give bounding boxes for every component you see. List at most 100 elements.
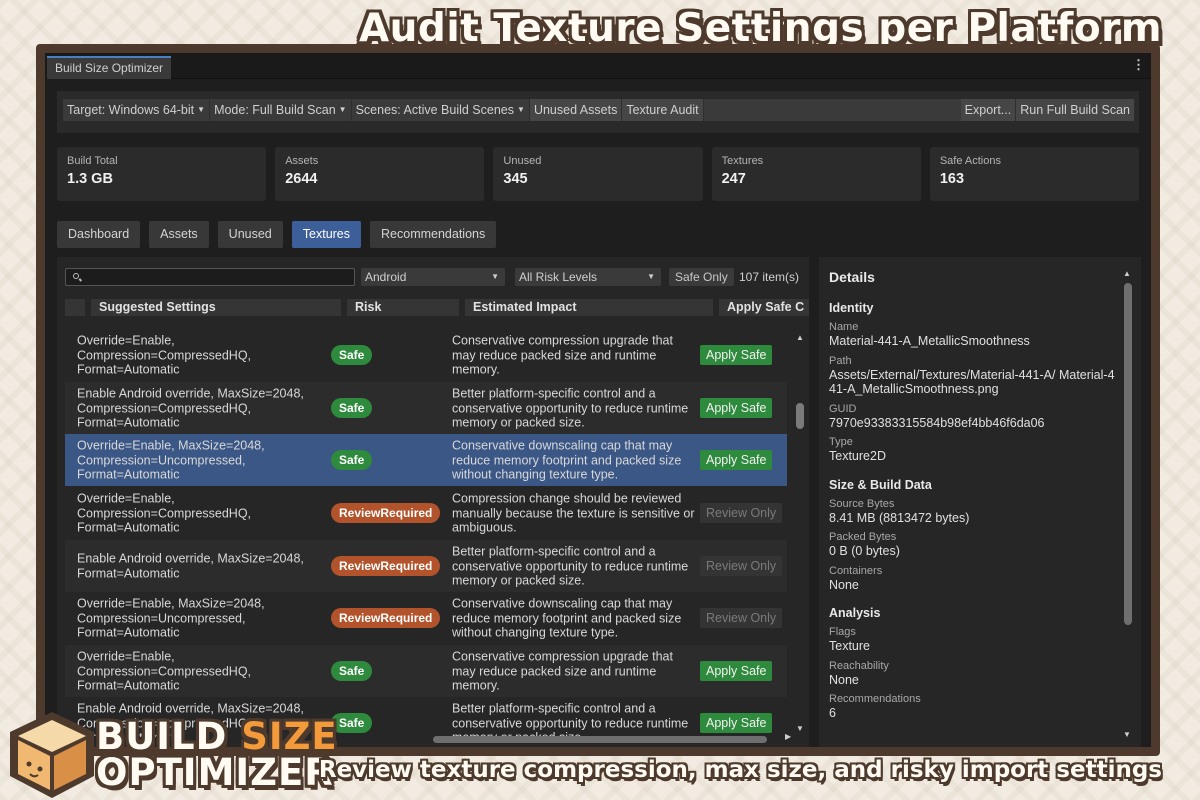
risk-badge: Safe	[331, 450, 373, 470]
table-row[interactable]: Enable Android override, MaxSize=2048, C…	[65, 382, 787, 434]
column-header-suggested-settings[interactable]: Suggested Settings	[91, 299, 341, 316]
details-vertical-scrollbar[interactable]: ▲ ▼	[1123, 269, 1133, 739]
run-full-build-scan-button[interactable]: Run Full Build Scan	[1016, 99, 1135, 121]
unused-assets-button[interactable]: Unused Assets	[529, 99, 623, 121]
tab-dashboard[interactable]: Dashboard	[57, 221, 141, 248]
apply-safe-button[interactable]: Apply Safe	[700, 398, 773, 418]
table-row[interactable]: Enable Android override, MaxSize=2048, F…	[65, 540, 787, 592]
mode-dropdown[interactable]: Mode: Full Build Scan ▼	[210, 99, 352, 121]
path-value: Assets/External/Textures/Material-441-A/…	[829, 367, 1115, 397]
scenes-dropdown[interactable]: Scenes: Active Build Scenes ▼	[352, 99, 530, 121]
caret-down-icon: ▼	[491, 272, 499, 281]
table-row[interactable]: Override=Enable, Compression=CompressedH…	[65, 487, 787, 539]
scroll-down-icon[interactable]: ▼	[796, 724, 804, 733]
guid-label: GUID	[829, 402, 857, 415]
suggested-settings-cell: Enable Android override, MaxSize=2048, C…	[77, 386, 304, 430]
packed-bytes-value: 0 B (0 bytes)	[829, 544, 900, 558]
kebab-icon[interactable]: ⋮	[1132, 57, 1145, 73]
scrollbar-thumb[interactable]	[1124, 283, 1132, 625]
apply-safe-button[interactable]: Apply Safe	[700, 713, 773, 733]
mode-label: Mode: Full Build Scan	[214, 103, 336, 117]
reachability-value: None	[829, 672, 859, 687]
source-bytes-value: 8.41 MB (8813472 bytes)	[829, 510, 970, 525]
column-header-risk[interactable]: Risk	[347, 299, 459, 316]
stat-card-assets: Assets 2644	[275, 147, 485, 201]
stat-label: Safe Actions	[939, 155, 1001, 167]
source-bytes-label: Source Bytes	[829, 497, 895, 510]
identity-header: Identity	[829, 301, 874, 315]
risk-badge: ReviewRequired	[331, 608, 441, 628]
scroll-up-icon[interactable]: ▲	[1123, 269, 1131, 278]
safe-only-toggle[interactable]: Safe Only	[669, 268, 734, 286]
table-row[interactable]: Override=Enable, Compression=CompressedH…	[65, 333, 787, 381]
name-label: Name	[829, 321, 859, 333]
review-only-button[interactable]: Review Only	[700, 556, 783, 576]
caret-down-icon: ▼	[517, 105, 525, 114]
stat-value: 163	[939, 171, 965, 187]
table-row[interactable]: Override=Enable, Compression=CompressedH…	[65, 645, 787, 697]
risk-cell: ReviewRequired	[331, 503, 441, 523]
path-label: Path	[829, 354, 852, 367]
platform-dropdown[interactable]: Android ▼	[361, 268, 505, 286]
scroll-down-icon[interactable]: ▼	[1123, 730, 1131, 739]
risk-level-dropdown[interactable]: All Risk Levels ▼	[515, 268, 661, 286]
nav-tabs: Dashboard Assets Unused Textures Recomme…	[57, 221, 497, 248]
suggested-settings-cell: Override=Enable, Compression=CompressedH…	[77, 491, 252, 535]
stat-card-textures: Textures 247	[711, 147, 921, 201]
table-row-selected[interactable]: Override=Enable, MaxSize=2048, Compressi…	[65, 434, 787, 486]
apply-safe-button[interactable]: Apply Safe	[700, 345, 773, 365]
editor-window: Build Size Optimizer ⋮ Target: Windows 6…	[45, 53, 1151, 747]
estimated-impact-cell: Better platform-specific control and a c…	[452, 386, 689, 430]
platform-label: Android	[365, 270, 407, 284]
scrollbar-thumb[interactable]	[433, 736, 767, 743]
type-label: Type	[829, 436, 853, 448]
column-header-estimated-impact[interactable]: Estimated Impact	[465, 299, 713, 316]
review-only-button[interactable]: Review Only	[700, 503, 783, 523]
window-tab[interactable]: Build Size Optimizer	[47, 56, 172, 79]
stat-card-build-total: Build Total 1.3 GB	[57, 147, 267, 201]
search-input[interactable]	[65, 268, 355, 286]
apply-safe-button[interactable]: Apply Safe	[700, 450, 773, 470]
stat-value: 2644	[285, 171, 318, 187]
texture-audit-button[interactable]: Texture Audit	[622, 99, 704, 121]
product-logo: BUILD SIZE OPTIMIZER	[0, 700, 340, 800]
promo-tagline: Review texture compression, max size, an…	[318, 757, 1162, 783]
column-header-apply-safe[interactable]: Apply Safe C	[719, 299, 809, 316]
tab-unused[interactable]: Unused	[217, 221, 283, 248]
tab-assets[interactable]: Assets	[149, 221, 209, 248]
type-value: Texture2D	[829, 449, 886, 463]
apply-safe-button[interactable]: Apply Safe	[700, 661, 773, 681]
tab-textures[interactable]: Textures	[291, 221, 362, 248]
filter-row: Android ▼ All Risk Levels ▼ Safe Only 107 …	[65, 267, 809, 287]
risk-cell: Safe	[331, 450, 373, 470]
suggested-settings-cell: Override=Enable, Compression=CompressedH…	[77, 333, 252, 377]
scroll-up-icon[interactable]: ▲	[796, 333, 804, 342]
tab-recommendations[interactable]: Recommendations	[370, 221, 497, 248]
details-title: Details	[829, 269, 875, 285]
toolbar-container: Target: Windows 64-bit ▼ Mode: Full Build…	[57, 91, 1139, 133]
window-frame: Build Size Optimizer ⋮ Target: Windows 6…	[36, 44, 1160, 756]
logo-line-2: OPTIMIZER	[96, 754, 334, 791]
name-value: Material-441-A_MetallicSmoothness	[829, 334, 1030, 348]
review-only-button[interactable]: Review Only	[700, 608, 783, 628]
scroll-right-icon[interactable]: ▶	[785, 732, 791, 741]
estimated-impact-cell: Conservative compression upgrade that ma…	[452, 649, 673, 693]
estimated-impact-cell: Better platform-specific control and a c…	[452, 544, 689, 588]
details-fade	[819, 723, 1141, 747]
estimated-impact-cell: Conservative downscaling cap that may re…	[452, 596, 682, 640]
guid-value: 7970e93383315584b98ef4bb46f6da06	[829, 415, 1045, 430]
flags-label: Flags	[829, 626, 856, 638]
scrollbar-thumb[interactable]	[796, 403, 804, 429]
target-dropdown[interactable]: Target: Windows 64-bit ▼	[63, 99, 211, 121]
box-mascot-icon	[10, 712, 94, 798]
table-row[interactable]: Override=Enable, MaxSize=2048, Compressi…	[65, 592, 787, 644]
export-button[interactable]: Export...	[960, 99, 1017, 121]
estimated-impact-cell: Conservative compression upgrade that ma…	[452, 333, 673, 377]
flags-value: Texture	[829, 639, 870, 653]
risk-badge: ReviewRequired	[331, 503, 441, 523]
table-vertical-scrollbar[interactable]: ▲ ▼	[795, 333, 805, 737]
target-label: Target: Windows 64-bit	[67, 103, 195, 117]
select-all-checkbox[interactable]	[65, 299, 85, 316]
texture-table-body: Override=Enable, Compression=CompressedH…	[57, 333, 793, 737]
stat-label: Unused	[503, 155, 542, 167]
